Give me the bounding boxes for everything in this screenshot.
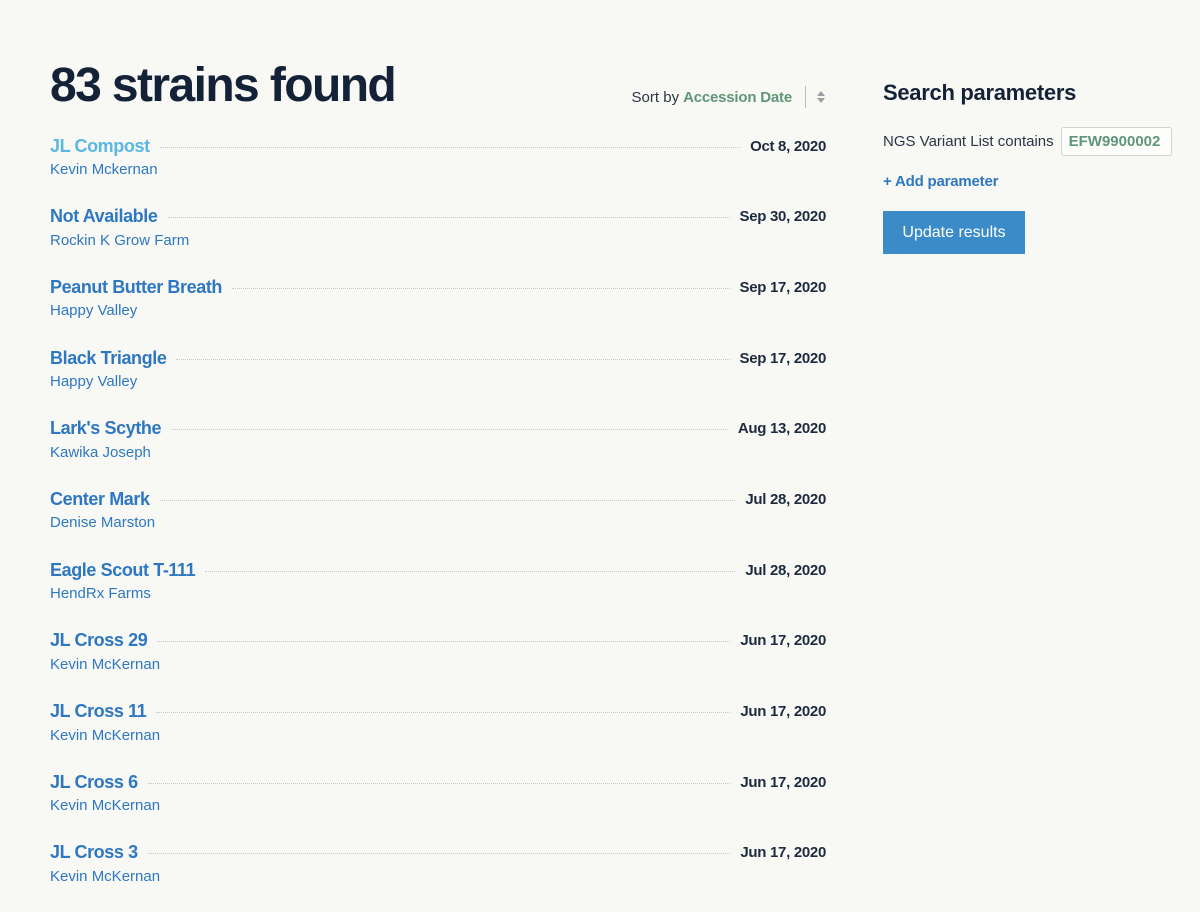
strain-name-link[interactable]: Eagle Scout T-111	[50, 560, 196, 581]
sort-toggle-icon[interactable]	[816, 88, 826, 106]
strain-row: JL Cross 6 Jun 17, 2020 Kevin McKernan	[50, 770, 826, 841]
strain-name-link[interactable]: Not Available	[50, 206, 158, 227]
strain-name-link[interactable]: JL Cross 29	[50, 630, 148, 651]
dotted-leader	[157, 641, 731, 643]
dotted-leader	[171, 429, 728, 431]
strain-title-line: JL Compost Oct 8, 2020	[50, 134, 826, 158]
dotted-leader	[167, 217, 730, 219]
dotted-leader	[147, 853, 731, 855]
sort-down-icon	[817, 98, 825, 103]
sort-control[interactable]: Sort by Accession Date	[632, 85, 826, 109]
strain-row: Center Mark Jul 28, 2020 Denise Marston	[50, 487, 826, 558]
sort-value[interactable]: Accession Date	[683, 89, 792, 106]
sort-label: Sort by	[631, 88, 680, 106]
dotted-leader	[205, 570, 736, 572]
strain-row: JL Cross 29 Jun 17, 2020 Kevin McKernan	[50, 629, 826, 700]
strain-name-link[interactable]: JL Cross 6	[50, 772, 138, 793]
dotted-leader	[147, 782, 731, 784]
accession-date: Jun 17, 2020	[740, 632, 826, 650]
strain-name-link[interactable]: Peanut Butter Breath	[50, 277, 222, 298]
breeder-link[interactable]: Happy Valley	[50, 373, 826, 390]
accession-date: Jul 28, 2020	[745, 490, 826, 508]
strain-title-line: JL Cross 6 Jun 17, 2020	[50, 770, 826, 794]
strain-row: Eagle Scout T-111 Jul 28, 2020 HendRx Farm…	[50, 558, 826, 629]
breeder-link[interactable]: Kawika Joseph	[50, 444, 826, 461]
strain-name-link[interactable]: Lark's Scythe	[50, 418, 162, 439]
accession-date: Jun 17, 2020	[740, 773, 826, 791]
breeder-link[interactable]: Rockin K Grow Farm	[50, 232, 826, 249]
breeder-link[interactable]: HendRx Farms	[50, 585, 826, 602]
accession-date: Sep 17, 2020	[739, 349, 827, 367]
strain-row: JL Cross 11 Jun 17, 2020 Kevin McKernan	[50, 700, 826, 771]
strain-title-line: Peanut Butter Breath Sep 17, 2020	[50, 275, 826, 299]
breeder-link[interactable]: Kevin McKernan	[50, 656, 826, 673]
strain-title-line: Center Mark Jul 28, 2020	[50, 487, 826, 511]
sort-divider	[805, 86, 806, 108]
add-parameter-link[interactable]: + Add parameter	[883, 173, 998, 190]
dotted-leader	[176, 358, 730, 360]
strain-list: JL Compost Oct 8, 2020 Kevin Mckernan Not A…	[50, 134, 826, 912]
strain-row: JL Compost Oct 8, 2020 Kevin Mckernan	[50, 134, 826, 205]
accession-date: Jun 17, 2020	[740, 703, 826, 720]
strain-row: Black Triangle Sep 17, 2020 Happy Valley	[50, 346, 826, 417]
parameter-label: NGS Variant List contains	[883, 133, 1054, 150]
dotted-leader	[232, 287, 730, 289]
dotted-leader	[156, 712, 731, 713]
breeder-link[interactable]: Kevin McKernan	[50, 868, 826, 885]
strain-name-link[interactable]: Black Triangle	[50, 348, 167, 369]
parameter-value-input[interactable]	[1060, 127, 1172, 156]
strain-title-line: JL Cross 11 Jun 17, 2020	[50, 700, 826, 724]
strain-title-line: JL Cross 29 Jun 17, 2020	[50, 629, 826, 653]
strain-name-link[interactable]: JL Cross 3	[50, 842, 138, 863]
strain-title-line: Not Available Sep 30, 2020	[50, 205, 826, 229]
dotted-leader	[159, 499, 736, 501]
page-title: 83 strains found	[50, 59, 397, 112]
breeder-link[interactable]: Denise Marston	[50, 514, 826, 531]
accession-date: Aug 13, 2020	[737, 420, 826, 438]
strain-row: Peanut Butter Breath Sep 17, 2020 Happy Va…	[50, 275, 826, 346]
breeder-link[interactable]: Kevin McKernan	[50, 727, 826, 744]
strain-name-link[interactable]: JL Compost	[50, 136, 150, 157]
accession-date: Sep 30, 2020	[739, 208, 827, 226]
strain-title-line: Lark's Scythe Aug 13, 2020	[50, 417, 826, 441]
strain-row: Lark's Scythe Aug 13, 2020 Kawika Joseph	[50, 417, 826, 488]
breeder-link[interactable]: Happy Valley	[50, 302, 826, 319]
update-results-button[interactable]: Update results	[883, 211, 1025, 254]
dotted-leader	[159, 146, 741, 148]
accession-date: Jun 17, 2020	[740, 844, 826, 862]
strain-title-line: Eagle Scout T-111 Jul 28, 2020	[50, 558, 826, 582]
strain-title-line: Black Triangle Sep 17, 2020	[50, 346, 826, 370]
accession-date: Sep 17, 2020	[739, 278, 827, 296]
sidebar-title: Search parameters	[883, 80, 1077, 105]
accession-date: Jul 28, 2020	[745, 561, 826, 579]
strain-title-line: JL Cross 3 Jun 17, 2020	[50, 841, 826, 865]
search-parameters-panel: Search parameters NGS Variant List conta…	[883, 78, 1183, 254]
parameter-row: NGS Variant List contains	[883, 126, 1183, 157]
sort-up-icon	[817, 91, 825, 96]
strain-row: Not Available Sep 30, 2020 Rockin K Grow F…	[50, 205, 826, 276]
breeder-link[interactable]: Kevin Mckernan	[50, 161, 826, 178]
accession-date: Oct 8, 2020	[750, 137, 826, 155]
breeder-link[interactable]: Kevin McKernan	[50, 797, 826, 814]
strain-name-link[interactable]: Center Mark	[50, 489, 150, 510]
strain-name-link[interactable]: JL Cross 11	[50, 701, 147, 722]
